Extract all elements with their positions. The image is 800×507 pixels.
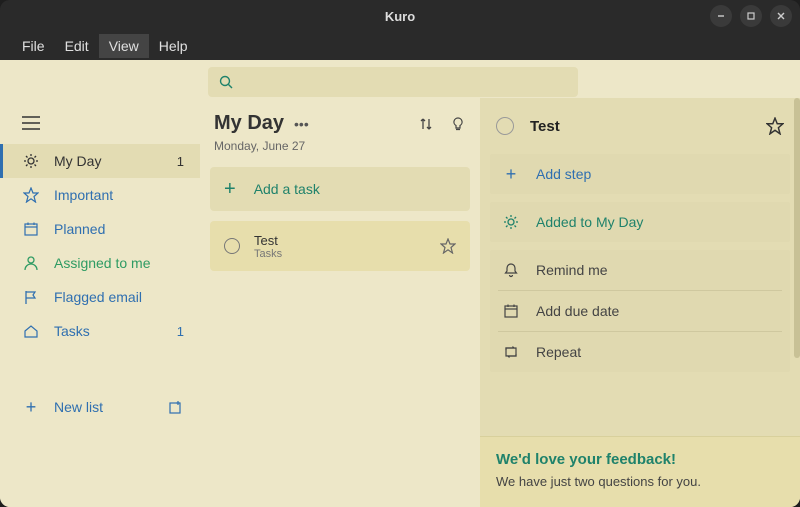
scrollbar[interactable] <box>794 98 800 358</box>
task-details-panel: Test + Add step Added to My Day <box>480 98 800 507</box>
sun-icon <box>502 214 520 230</box>
star-icon <box>22 187 40 203</box>
sidebar-item-count: 1 <box>177 154 184 169</box>
details-complete-checkbox[interactable] <box>496 117 514 135</box>
sidebar-item-count: 1 <box>177 324 184 339</box>
sidebar-item-tasks[interactable]: Tasks 1 <box>0 314 200 348</box>
bell-icon <box>502 262 520 278</box>
star-icon <box>440 238 456 254</box>
search-input[interactable] <box>208 67 578 97</box>
app-window: Kuro File Edit View Help <box>0 0 800 507</box>
sidebar-item-label: Assigned to me <box>54 255 184 271</box>
maximize-icon <box>746 11 756 21</box>
menu-edit[interactable]: Edit <box>55 34 99 58</box>
new-group-icon <box>168 399 184 415</box>
sidebar-item-important[interactable]: Important <box>0 178 200 212</box>
app-body: My Day 1 Important Planned Assigned to m… <box>0 60 800 507</box>
details-title[interactable]: Test <box>530 118 766 135</box>
remind-label: Remind me <box>536 262 608 278</box>
more-options-button[interactable]: ••• <box>294 116 309 132</box>
sidebar-item-flagged[interactable]: Flagged email <box>0 280 200 314</box>
flag-icon <box>22 289 40 305</box>
plus-icon: + <box>22 397 40 418</box>
added-to-my-day-button[interactable]: Added to My Day <box>490 202 790 242</box>
sidebar-item-label: Flagged email <box>54 289 184 305</box>
search-icon <box>218 74 234 90</box>
due-date-button[interactable]: Add due date <box>490 291 790 331</box>
task-star-button[interactable] <box>440 238 456 254</box>
close-icon <box>776 11 786 21</box>
feedback-title: We'd love your feedback! <box>496 451 784 468</box>
details-schedule-group: Remind me Add due date Repeat <box>490 250 790 372</box>
main-header: My Day ••• <box>210 112 470 135</box>
repeat-label: Repeat <box>536 344 581 360</box>
sidebar-item-label: Tasks <box>54 323 163 339</box>
add-task-input[interactable]: + Add a task <box>210 167 470 211</box>
sidebar: My Day 1 Important Planned Assigned to m… <box>0 98 200 507</box>
due-label: Add due date <box>536 303 619 319</box>
sidebar-item-label: Important <box>54 187 184 203</box>
plus-icon: + <box>502 164 520 185</box>
titlebar: Kuro <box>0 0 800 32</box>
sidebar-item-planned[interactable]: Planned <box>0 212 200 246</box>
menu-help[interactable]: Help <box>149 34 198 58</box>
calendar-icon <box>502 303 520 319</box>
hamburger-button[interactable] <box>0 110 200 144</box>
sidebar-item-label: My Day <box>54 153 163 169</box>
close-button[interactable] <box>770 5 792 27</box>
task-row[interactable]: Test Tasks <box>210 221 470 271</box>
nav-list: My Day 1 Important Planned Assigned to m… <box>0 144 200 348</box>
task-list-name: Tasks <box>254 248 426 260</box>
sort-button[interactable] <box>418 116 434 132</box>
details-header: Test <box>490 106 790 146</box>
menubar: File Edit View Help <box>0 32 800 60</box>
lightbulb-icon <box>450 116 466 132</box>
add-step-button[interactable]: + Add step <box>490 154 790 194</box>
details-star-button[interactable] <box>766 117 784 135</box>
sidebar-item-assigned[interactable]: Assigned to me <box>0 246 200 280</box>
repeat-icon <box>502 344 520 360</box>
main-panel: My Day ••• Monday, June 27 + Add a task … <box>200 98 480 507</box>
person-icon <box>22 255 40 271</box>
feedback-body: We have just two questions for you. <box>496 474 784 489</box>
sun-icon <box>22 153 40 169</box>
new-group-button[interactable] <box>168 399 184 415</box>
window-controls <box>710 5 792 27</box>
page-title: My Day <box>214 112 284 135</box>
repeat-button[interactable]: Repeat <box>490 332 790 372</box>
added-my-day-label: Added to My Day <box>536 214 643 230</box>
window-title: Kuro <box>385 9 415 24</box>
add-task-label: Add a task <box>254 181 320 197</box>
home-icon <box>22 323 40 339</box>
top-strip <box>0 60 800 98</box>
plus-icon: + <box>224 178 236 201</box>
minimize-icon <box>716 11 726 21</box>
suggestions-button[interactable] <box>450 116 466 132</box>
hamburger-icon <box>22 116 40 130</box>
star-icon <box>766 117 784 135</box>
sidebar-item-label: Planned <box>54 221 184 237</box>
new-list-button[interactable]: + New list <box>0 388 200 426</box>
remind-me-button[interactable]: Remind me <box>490 250 790 290</box>
minimize-button[interactable] <box>710 5 732 27</box>
new-list-label: New list <box>54 399 103 415</box>
maximize-button[interactable] <box>740 5 762 27</box>
sort-icon <box>418 116 434 132</box>
add-step-label: Add step <box>536 166 591 182</box>
task-title: Test <box>254 233 426 248</box>
content-body: My Day 1 Important Planned Assigned to m… <box>0 98 800 507</box>
calendar-icon <box>22 221 40 237</box>
task-complete-checkbox[interactable] <box>224 238 240 254</box>
page-subtitle: Monday, June 27 <box>210 135 470 167</box>
feedback-banner[interactable]: We'd love your feedback! We have just tw… <box>480 436 800 507</box>
menu-view[interactable]: View <box>99 34 149 58</box>
menu-file[interactable]: File <box>12 34 55 58</box>
sidebar-item-my-day[interactable]: My Day 1 <box>0 144 200 178</box>
